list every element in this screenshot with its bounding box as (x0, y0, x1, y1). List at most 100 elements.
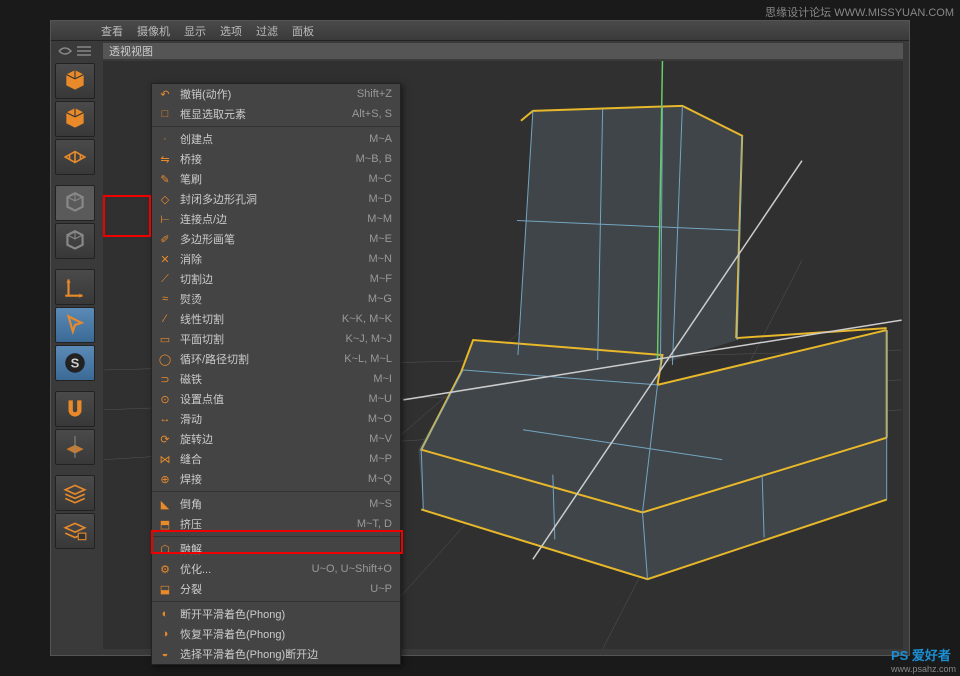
menu-label: 倒角 (180, 496, 202, 512)
menu-item-bevel[interactable]: ◣ 倒角 M~S (152, 494, 400, 514)
menu-label: 创建点 (180, 131, 213, 147)
menu-shortcut: U~P (370, 583, 392, 595)
menu-item-loop[interactable]: ◯循环/路径切割K~L, M~L (152, 349, 400, 369)
menu-shortcut: M~A (369, 133, 392, 145)
menu-label: 多边形画笔 (180, 231, 235, 247)
menu-item-set[interactable]: ⊙设置点值M~U (152, 389, 400, 409)
undo-icon: ↶ (157, 86, 173, 102)
menu-label: 挤压 (180, 516, 202, 532)
cube-alt-tool[interactable] (55, 101, 95, 137)
tool-palette: S (55, 63, 99, 549)
viewport-label[interactable]: 透视视图 (103, 43, 903, 59)
extr-icon: ⬒ (157, 516, 173, 532)
menu-label: 线性切割 (180, 311, 224, 327)
bevel-icon: ◣ (157, 496, 173, 512)
menu-options[interactable]: 选项 (220, 23, 242, 39)
menu-item-slide[interactable]: ↔滑动M~O (152, 409, 400, 429)
menu-shortcut: K~K, M~K (342, 313, 392, 325)
app-logo-icon (55, 43, 95, 59)
menu-shortcut: M~V (369, 433, 392, 445)
watermark-top: 思缘设计论坛 WWW.MISSYUAN.COM (765, 4, 954, 20)
menu-shortcut: M~M (367, 213, 392, 225)
menu-item-opt[interactable]: ⚙优化...U~O, U~Shift+O (152, 559, 400, 579)
magnet-tool[interactable] (55, 391, 95, 427)
menu-item-weld[interactable]: ⊕焊接M~Q (152, 469, 400, 489)
menu-label: 设置点值 (180, 391, 224, 407)
move-tool[interactable] (55, 307, 95, 343)
menu-divider (152, 536, 400, 537)
lock-layer-tool[interactable] (55, 513, 95, 549)
menu-view[interactable]: 查看 (101, 23, 123, 39)
menu-display[interactable]: 显示 (184, 23, 206, 39)
menu-item-frame[interactable]: □框显选取元素Alt+S, S (152, 104, 400, 124)
menu-item-pcut[interactable]: ▭ 平面切割 K~J, M~J (152, 329, 400, 349)
menu-item-stitch[interactable]: ⋈缝合M~P (152, 449, 400, 469)
menu-filter[interactable]: 过滤 (256, 23, 278, 39)
menu-shortcut: M~T, D (357, 518, 392, 530)
menu-shortcut: M~F (370, 273, 392, 285)
menu-panel[interactable]: 面板 (292, 23, 314, 39)
split-icon: ⬓ (157, 581, 173, 597)
menu-label: 焊接 (180, 471, 202, 487)
menu-divider (152, 601, 400, 602)
close-icon: ◇ (157, 191, 173, 207)
menu-label: 分裂 (180, 581, 202, 597)
menu-item-pt[interactable]: ·创建点M~A (152, 129, 400, 149)
menu-item-kcut[interactable]: ∕线性切割K~K, M~K (152, 309, 400, 329)
menu-label: 恢复平滑着色(Phong) (180, 626, 285, 642)
menu-item-close[interactable]: ◇ 封闭多边形孔洞 M~D (152, 189, 400, 209)
brush-icon: ✎ (157, 171, 173, 187)
menu-item-iron[interactable]: ≈熨烫M~G (152, 289, 400, 309)
layer-tool[interactable] (55, 475, 95, 511)
menu-shortcut: Alt+S, S (352, 108, 392, 120)
menu-item-split[interactable]: ⬓ 分裂 U~P (152, 579, 400, 599)
elim-icon: ✕ (157, 251, 173, 267)
menu-shortcut: M~E (369, 233, 392, 245)
menu-item-pen[interactable]: ✐多边形画笔M~E (152, 229, 400, 249)
mag-icon: ⊃ (157, 371, 173, 387)
menu-label: 连接点/边 (180, 211, 227, 227)
menu-label: 封闭多边形孔洞 (180, 191, 257, 207)
menu-shortcut: M~D (368, 193, 392, 205)
cube-tool[interactable] (55, 63, 95, 99)
grid-tool[interactable] (55, 139, 95, 175)
menu-divider (152, 126, 400, 127)
menu-shortcut: U~O, U~Shift+O (312, 563, 392, 575)
menu-item-elim[interactable]: ✕ 消除 M~N (152, 249, 400, 269)
menu-camera[interactable]: 摄像机 (137, 23, 170, 39)
menu-shortcut: M~S (369, 498, 392, 510)
ph3-icon: ◒ (157, 646, 173, 662)
stitch-icon: ⋈ (157, 451, 173, 467)
dis-icon: ⬡ (157, 541, 173, 557)
frame-icon: □ (157, 106, 173, 122)
cut-icon: ⟋ (157, 271, 173, 287)
menu-item-cut[interactable]: ⟋切割边M~F (152, 269, 400, 289)
menu-label: 撤销(动作) (180, 86, 231, 102)
menu-shortcut: M~N (368, 253, 392, 265)
model-tool[interactable] (55, 223, 95, 259)
editable-tool[interactable] (55, 185, 95, 221)
menu-shortcut: K~J, M~J (346, 333, 392, 345)
menu-item-undo[interactable]: ↶撤销(动作)Shift+Z (152, 84, 400, 104)
menu-item-ph3[interactable]: ◒选择平滑着色(Phong)断开边 (152, 644, 400, 664)
workplane-tool[interactable] (55, 429, 95, 465)
opt-icon: ⚙ (157, 561, 173, 577)
menu-item-edge[interactable]: ⊢连接点/边M~M (152, 209, 400, 229)
snap-tool[interactable]: S (55, 345, 95, 381)
pcut-icon: ▭ (157, 331, 173, 347)
menu-item-spin[interactable]: ⟳旋转边M~V (152, 429, 400, 449)
axis-tool[interactable] (55, 269, 95, 305)
menu-item-ph2[interactable]: ◑恢复平滑着色(Phong) (152, 624, 400, 644)
menu-label: 消除 (180, 251, 202, 267)
menu-item-bridge[interactable]: ⇋桥接M~B, B (152, 149, 400, 169)
menu-label: 平面切割 (180, 331, 224, 347)
menu-item-ph1[interactable]: ◐断开平滑着色(Phong) (152, 604, 400, 624)
menu-shortcut: M~C (368, 173, 392, 185)
menu-label: 缝合 (180, 451, 202, 467)
menu-item-extr[interactable]: ⬒ 挤压 M~T, D (152, 514, 400, 534)
menu-shortcut: M~O (368, 413, 392, 425)
menu-label: 融解 (180, 541, 202, 557)
menu-item-brush[interactable]: ✎笔刷M~C (152, 169, 400, 189)
menu-item-mag[interactable]: ⊃磁铁M~I (152, 369, 400, 389)
menu-item-dis[interactable]: ⬡ 融解 (152, 539, 400, 559)
